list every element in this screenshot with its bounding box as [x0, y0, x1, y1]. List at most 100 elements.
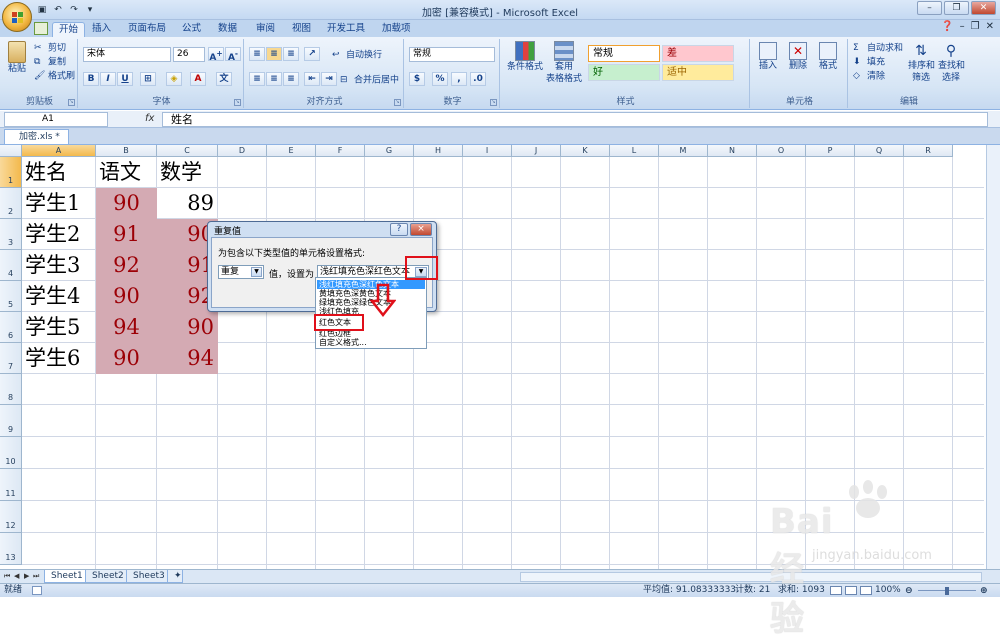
- column-header[interactable]: I: [463, 145, 512, 157]
- column-header[interactable]: B: [96, 145, 157, 157]
- cell-chinese[interactable]: 90: [96, 343, 157, 374]
- delete-cells-button[interactable]: ✕ 删除: [786, 42, 810, 72]
- align-left-button[interactable]: ≡: [249, 72, 265, 86]
- tab-data[interactable]: 数据: [218, 22, 237, 37]
- duplicate-type-select[interactable]: 重复 ▼: [218, 265, 264, 279]
- column-header[interactable]: P: [806, 145, 855, 157]
- orientation-button[interactable]: ↗: [304, 47, 320, 61]
- cut-button[interactable]: ✂ 剪切: [34, 42, 66, 55]
- tab-insert[interactable]: 插入: [92, 22, 111, 37]
- cell-header[interactable]: 语文: [96, 157, 157, 188]
- row-header[interactable]: 2: [0, 188, 22, 219]
- cell-name[interactable]: 学生1: [22, 188, 96, 219]
- zoom-slider-thumb[interactable]: [945, 587, 949, 595]
- workbook-tab[interactable]: 加密.xls *: [4, 129, 69, 144]
- cell-chinese[interactable]: 94: [96, 312, 157, 343]
- font-size-box[interactable]: 26: [173, 47, 205, 62]
- clipboard-launcher-icon[interactable]: ↘: [68, 99, 75, 106]
- formula-input[interactable]: 姓名: [162, 112, 988, 127]
- ribbon-close-icon[interactable]: ✕: [986, 21, 994, 32]
- row-header[interactable]: 10: [0, 437, 22, 469]
- cell-chinese[interactable]: 90: [96, 281, 157, 312]
- column-header[interactable]: Q: [855, 145, 904, 157]
- help-icon[interactable]: ❓: [941, 21, 953, 32]
- row-header[interactable]: 1: [0, 157, 22, 188]
- cell-math[interactable]: 90: [157, 312, 218, 343]
- style-good[interactable]: 好: [588, 64, 660, 81]
- paste-button[interactable]: 粘贴: [6, 41, 28, 75]
- column-header[interactable]: J: [512, 145, 561, 157]
- tab-developer[interactable]: 开发工具: [327, 22, 365, 37]
- column-header[interactable]: A: [22, 145, 96, 157]
- cell-name[interactable]: 学生3: [22, 250, 96, 281]
- column-header[interactable]: R: [904, 145, 953, 157]
- page-layout-view-icon[interactable]: [845, 586, 857, 595]
- page-break-view-icon[interactable]: [860, 586, 872, 595]
- name-box[interactable]: A1: [4, 112, 108, 127]
- column-header[interactable]: C: [157, 145, 218, 157]
- row-header[interactable]: 6: [0, 312, 22, 343]
- font-launcher-icon[interactable]: ↘: [234, 99, 241, 106]
- row-header[interactable]: 5: [0, 281, 22, 312]
- cell-name[interactable]: 学生4: [22, 281, 96, 312]
- fill-button[interactable]: ⬇ 填充: [853, 56, 885, 69]
- tab-page-layout[interactable]: 页面布局: [128, 22, 166, 37]
- percent-button[interactable]: %: [432, 72, 448, 86]
- alignment-launcher-icon[interactable]: ↘: [394, 99, 401, 106]
- wrap-text-button[interactable]: ↩ 自动换行: [332, 49, 382, 62]
- shrink-font-button[interactable]: A-: [225, 47, 241, 63]
- minimize-button[interactable]: –: [917, 1, 942, 15]
- align-right-button[interactable]: ≡: [283, 72, 299, 86]
- column-header[interactable]: N: [708, 145, 757, 157]
- column-header[interactable]: M: [659, 145, 708, 157]
- sheet-tab-1[interactable]: Sheet1: [44, 570, 90, 583]
- style-bad[interactable]: 差: [662, 45, 734, 62]
- ribbon-minimize-icon[interactable]: –: [960, 21, 965, 32]
- cell-chinese[interactable]: 90: [96, 188, 157, 219]
- sort-filter-button[interactable]: ⇅ 排序和 筛选: [908, 42, 935, 84]
- row-header[interactable]: 8: [0, 374, 22, 405]
- row-header[interactable]: 7: [0, 343, 22, 374]
- row-header[interactable]: 12: [0, 501, 22, 533]
- next-sheet-icon[interactable]: ▶: [24, 572, 29, 580]
- align-bottom-button[interactable]: ≡: [283, 47, 299, 61]
- align-top-button[interactable]: ≡: [249, 47, 265, 61]
- new-sheet-icon[interactable]: ✦: [167, 570, 183, 583]
- number-format-box[interactable]: 常规: [409, 47, 495, 62]
- zoom-in-icon[interactable]: ⊕: [980, 585, 988, 598]
- row-header[interactable]: 9: [0, 405, 22, 437]
- style-neutral[interactable]: 适中: [662, 64, 734, 81]
- insert-cells-button[interactable]: 插入: [756, 42, 780, 72]
- tab-review[interactable]: 审阅: [256, 22, 275, 37]
- sheet-tab-3[interactable]: Sheet3: [126, 570, 172, 583]
- currency-button[interactable]: $: [409, 72, 425, 86]
- decrease-indent-button[interactable]: ⇤: [304, 72, 320, 86]
- first-sheet-icon[interactable]: ⏮: [4, 572, 10, 581]
- macro-record-icon[interactable]: [32, 586, 42, 595]
- column-header[interactable]: D: [218, 145, 267, 157]
- find-select-button[interactable]: ⚲ 查找和 选择: [938, 42, 965, 84]
- format-cells-button[interactable]: 格式: [816, 42, 840, 72]
- copy-button[interactable]: ⧉ 复制: [34, 56, 66, 69]
- vertical-scrollbar[interactable]: [986, 145, 1000, 569]
- tab-home[interactable]: 开始: [52, 22, 86, 37]
- select-all-corner[interactable]: [0, 145, 22, 157]
- tab-formulas[interactable]: 公式: [182, 22, 201, 37]
- merge-center-button[interactable]: ⊟ 合并后居中: [340, 74, 399, 87]
- restore-button[interactable]: ❐: [944, 1, 969, 15]
- row-header[interactable]: 13: [0, 533, 22, 565]
- office-button[interactable]: [2, 2, 32, 32]
- last-sheet-icon[interactable]: ⏭: [33, 572, 39, 581]
- format-option[interactable]: 自定义格式...: [317, 338, 425, 347]
- cell-math[interactable]: 89: [157, 188, 218, 219]
- column-header[interactable]: G: [365, 145, 414, 157]
- format-painter-button[interactable]: 🖌 格式刷: [34, 70, 75, 83]
- border-button[interactable]: ⊞: [140, 72, 156, 86]
- cell-name[interactable]: 学生2: [22, 219, 96, 250]
- chevron-down-icon[interactable]: ▼: [251, 267, 262, 277]
- cell-header[interactable]: 数学: [157, 157, 218, 188]
- autosum-button[interactable]: Σ 自动求和: [853, 42, 903, 55]
- dialog-close-button[interactable]: ×: [410, 223, 432, 236]
- row-header[interactable]: 4: [0, 250, 22, 281]
- column-header[interactable]: K: [561, 145, 610, 157]
